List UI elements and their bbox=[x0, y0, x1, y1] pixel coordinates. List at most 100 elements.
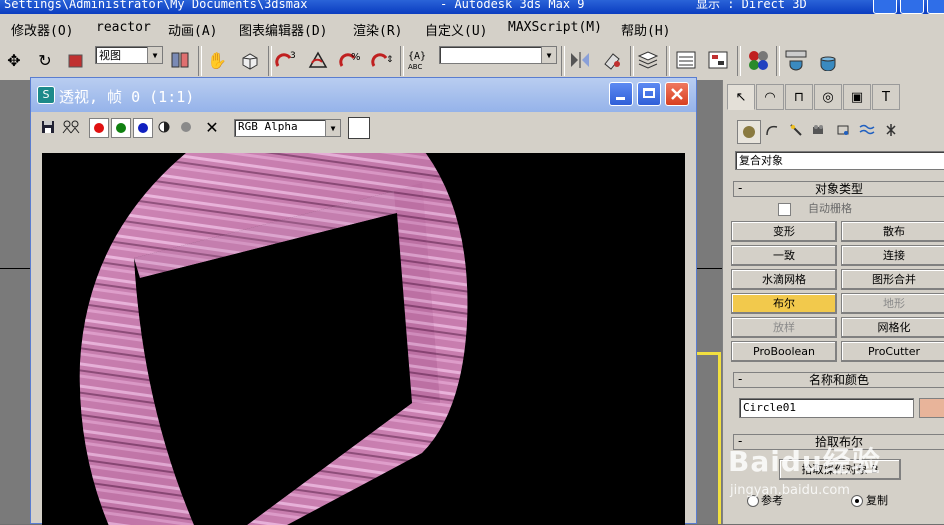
chevron-down-icon: ▼ bbox=[541, 47, 556, 63]
helpers-icon[interactable] bbox=[833, 120, 853, 140]
save-bitmap-icon[interactable] bbox=[39, 118, 57, 136]
reference-coordinate-combo[interactable]: 视图 ▼ bbox=[95, 46, 163, 64]
pick-operand-b-button[interactable]: 拾取操作对象 B bbox=[779, 459, 901, 480]
material-editor-icon[interactable] bbox=[746, 48, 770, 72]
connect-button[interactable]: 连接 bbox=[841, 245, 944, 266]
modify-tab-icon[interactable]: ◠ bbox=[756, 84, 784, 110]
layer-manager-icon[interactable] bbox=[636, 48, 660, 72]
svg-text:3: 3 bbox=[290, 51, 296, 61]
edit-named-selection-icon[interactable]: {A} ABC bbox=[406, 48, 436, 72]
close-icon bbox=[671, 88, 683, 100]
terrain-button[interactable]: 地形 bbox=[841, 293, 944, 314]
display-channel-combo[interactable]: RGB Alpha ▼ bbox=[234, 119, 341, 137]
active-viewport-border bbox=[718, 352, 721, 524]
rotate-icon[interactable]: ↻ bbox=[33, 48, 57, 72]
title-app: - Autodesk 3ds Max 9 bbox=[440, 0, 585, 11]
menu-animation[interactable]: 动画(A) bbox=[168, 20, 217, 39]
3dsmax-logo-icon: S bbox=[37, 86, 55, 104]
cameras-icon[interactable] bbox=[809, 120, 829, 140]
curve-editor-icon[interactable] bbox=[674, 48, 698, 72]
maximize-window-button[interactable] bbox=[900, 0, 924, 14]
percent-snap-icon[interactable]: % bbox=[338, 48, 362, 72]
copy-radio[interactable] bbox=[851, 495, 863, 507]
pick-boolean-rollout[interactable]: - 拾取布尔 bbox=[733, 434, 944, 450]
space-warps-icon[interactable] bbox=[857, 120, 877, 140]
utilities-tab-icon[interactable]: T bbox=[872, 84, 900, 110]
scale-icon[interactable] bbox=[64, 48, 88, 72]
svg-text:%: % bbox=[351, 52, 361, 63]
name-color-rollout[interactable]: - 名称和颜色 bbox=[733, 372, 944, 388]
clone-window-icon[interactable] bbox=[61, 118, 81, 136]
clear-icon[interactable]: ✕ bbox=[203, 118, 221, 137]
red-channel-toggle[interactable] bbox=[89, 118, 109, 138]
pixel-color-swatch[interactable] bbox=[348, 117, 370, 139]
boolean-button[interactable]: 布尔 bbox=[731, 293, 837, 314]
minimize-icon bbox=[616, 97, 625, 100]
object-type-rollout[interactable]: - 对象类型 bbox=[733, 181, 944, 197]
monochrome-icon[interactable] bbox=[177, 118, 195, 136]
menu-customize[interactable]: 自定义(U) bbox=[425, 20, 487, 39]
main-toolbar: ✥ ↻ 视图 ▼ ✋ 3 % ⇕ {A} ABC ▼ bbox=[0, 42, 944, 81]
shapemerge-button[interactable]: 图形合并 bbox=[841, 269, 944, 290]
maximize-icon bbox=[643, 88, 655, 98]
pick-boolean-title: 拾取布尔 bbox=[814, 435, 863, 449]
render-maximize-button[interactable] bbox=[637, 82, 661, 106]
rendered-ring-image bbox=[79, 153, 468, 525]
quick-render-icon[interactable] bbox=[816, 48, 840, 72]
blue-channel-toggle[interactable] bbox=[133, 118, 153, 138]
menu-maxscript[interactable]: MAXScript(M) bbox=[508, 20, 602, 35]
reference-radio[interactable] bbox=[747, 495, 759, 507]
green-channel-toggle[interactable] bbox=[111, 118, 131, 138]
channel-combo-value: RGB Alpha bbox=[238, 120, 298, 133]
render-window-title: 透视, 帧 0 (1:1) bbox=[59, 88, 195, 106]
object-color-fill bbox=[920, 399, 944, 417]
svg-text:ABC: ABC bbox=[408, 63, 422, 71]
scatter-button[interactable]: 散布 bbox=[841, 221, 944, 242]
conform-button[interactable]: 一致 bbox=[731, 245, 837, 266]
chevron-down-icon: ▼ bbox=[325, 120, 340, 136]
angle-snap-icon[interactable] bbox=[306, 48, 330, 72]
blobmesh-button[interactable]: 水滴网格 bbox=[731, 269, 837, 290]
reference-radio-label: 参考 bbox=[761, 494, 783, 507]
alpha-channel-icon[interactable] bbox=[155, 118, 173, 136]
mirror-icon[interactable] bbox=[568, 48, 592, 72]
hierarchy-tab-icon[interactable]: ⊓ bbox=[785, 84, 813, 110]
geometry-icon[interactable] bbox=[737, 120, 761, 144]
align-icon[interactable] bbox=[600, 48, 624, 72]
menu-help[interactable]: 帮助(H) bbox=[621, 20, 670, 39]
render-close-button[interactable] bbox=[665, 82, 689, 106]
select-manipulate-icon[interactable]: ✋ bbox=[205, 48, 229, 72]
named-selection-set-combo[interactable]: ▼ bbox=[439, 46, 557, 64]
proboolean-button[interactable]: ProBoolean bbox=[731, 341, 837, 362]
object-color-swatch[interactable] bbox=[919, 398, 944, 418]
schematic-view-icon[interactable] bbox=[706, 48, 730, 72]
loft-button[interactable]: 放样 bbox=[731, 317, 837, 338]
mesher-button[interactable]: 网格化 bbox=[841, 317, 944, 338]
motion-tab-icon[interactable]: ◎ bbox=[814, 84, 842, 110]
blue-dot-icon bbox=[138, 123, 148, 133]
render-scene-icon[interactable] bbox=[784, 48, 808, 72]
pivot-center-icon[interactable] bbox=[168, 48, 192, 72]
close-window-button[interactable] bbox=[927, 0, 944, 14]
menu-rendering[interactable]: 渲染(R) bbox=[353, 20, 402, 39]
render-window-titlebar[interactable]: S 透视, 帧 0 (1:1) bbox=[31, 78, 696, 112]
systems-icon[interactable] bbox=[881, 120, 901, 140]
menu-modifiers[interactable]: 修改器(O) bbox=[11, 20, 73, 39]
menu-graph-editors[interactable]: 图表编辑器(D) bbox=[239, 20, 327, 39]
snap-3d-icon[interactable]: 3 bbox=[275, 48, 299, 72]
object-category-combo[interactable]: 复合对象 bbox=[735, 151, 944, 170]
spinner-snap-icon[interactable]: ⇕ bbox=[370, 48, 394, 72]
menu-reactor[interactable]: reactor bbox=[96, 20, 151, 35]
keyboard-shortcut-icon[interactable] bbox=[238, 48, 262, 72]
object-name-input[interactable]: Circle01 bbox=[739, 398, 914, 418]
display-tab-icon[interactable]: ▣ bbox=[843, 84, 871, 110]
procutter-button[interactable]: ProCutter bbox=[841, 341, 944, 362]
move-icon[interactable]: ✥ bbox=[2, 48, 26, 72]
create-tab-icon[interactable]: ↖ bbox=[727, 84, 755, 110]
shapes-icon[interactable] bbox=[762, 120, 782, 140]
render-minimize-button[interactable] bbox=[609, 82, 633, 106]
autogrid-checkbox[interactable] bbox=[778, 203, 791, 216]
morph-button[interactable]: 变形 bbox=[731, 221, 837, 242]
lights-icon[interactable] bbox=[786, 120, 806, 140]
minimize-window-button[interactable] bbox=[873, 0, 897, 14]
